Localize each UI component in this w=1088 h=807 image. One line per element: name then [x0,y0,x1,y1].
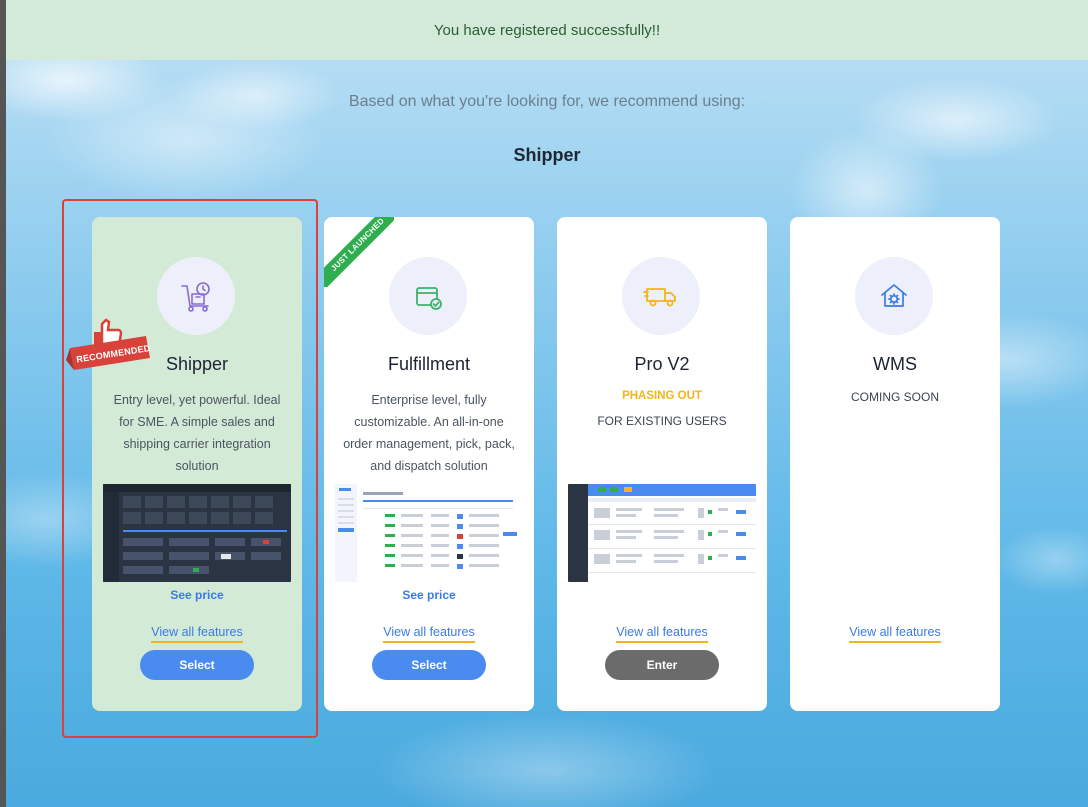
shipper-app-screenshot [103,484,291,582]
coming-soon-label: COMING SOON [850,390,939,404]
recommended-product-name: Shipper [513,145,581,165]
plan-description: Enterprise level, fully customizable. An… [343,393,515,473]
success-banner: You have registered successfully!! [6,0,1088,60]
success-message: You have registered successfully!! [433,21,661,39]
phasing-out-label: PHASING OUT [622,390,702,402]
see-price-link[interactable]: See price [92,588,302,602]
just-launched-label: JUST LAUNCHED [324,217,394,287]
view-features-link[interactable]: View all features [383,625,475,643]
delivery-truck-icon [622,257,700,335]
house-gear-icon [855,257,933,335]
recommended-badge: RECOMMENDED [66,318,156,378]
plan-title: WMS [873,354,917,374]
recommendation-subtitle: Based on what you're looking for, we rec… [348,93,746,110]
hand-truck-clock-icon [157,257,235,335]
plan-title: Pro V2 [634,354,690,374]
plan-description: Entry level, yet powerful. Ideal for SME… [113,393,281,473]
select-fulfillment-button[interactable]: Select [372,650,486,680]
existing-users-label: FOR EXISTING USERS [597,414,727,428]
plan-title: Fulfillment [387,354,471,374]
enter-pro-v2-button[interactable]: Enter [605,650,719,680]
pro-v2-app-screenshot [568,484,756,582]
see-price-link[interactable]: See price [324,588,534,602]
box-check-icon [389,257,467,335]
plan-card-pro-v2[interactable]: Pro V2 PHASING OUT FOR EXISTING USERS Vi… [557,217,767,711]
view-features-link[interactable]: View all features [616,625,708,643]
fulfillment-app-screenshot [335,484,523,582]
select-shipper-button[interactable]: Select [140,650,254,680]
just-launched-ribbon: JUST LAUNCHED [324,217,394,287]
page-background: You have registered successfully!! Based… [6,0,1088,807]
plan-card-shipper[interactable]: Shipper Entry level, yet powerful. Ideal… [92,217,302,711]
view-features-link[interactable]: View all features [849,625,941,643]
plan-card-wms[interactable]: WMS COMING SOON View all features [790,217,1000,711]
view-features-link[interactable]: View all features [151,625,243,643]
plan-card-fulfillment[interactable]: Fulfillment Enterprise level, fully cust… [324,217,534,711]
